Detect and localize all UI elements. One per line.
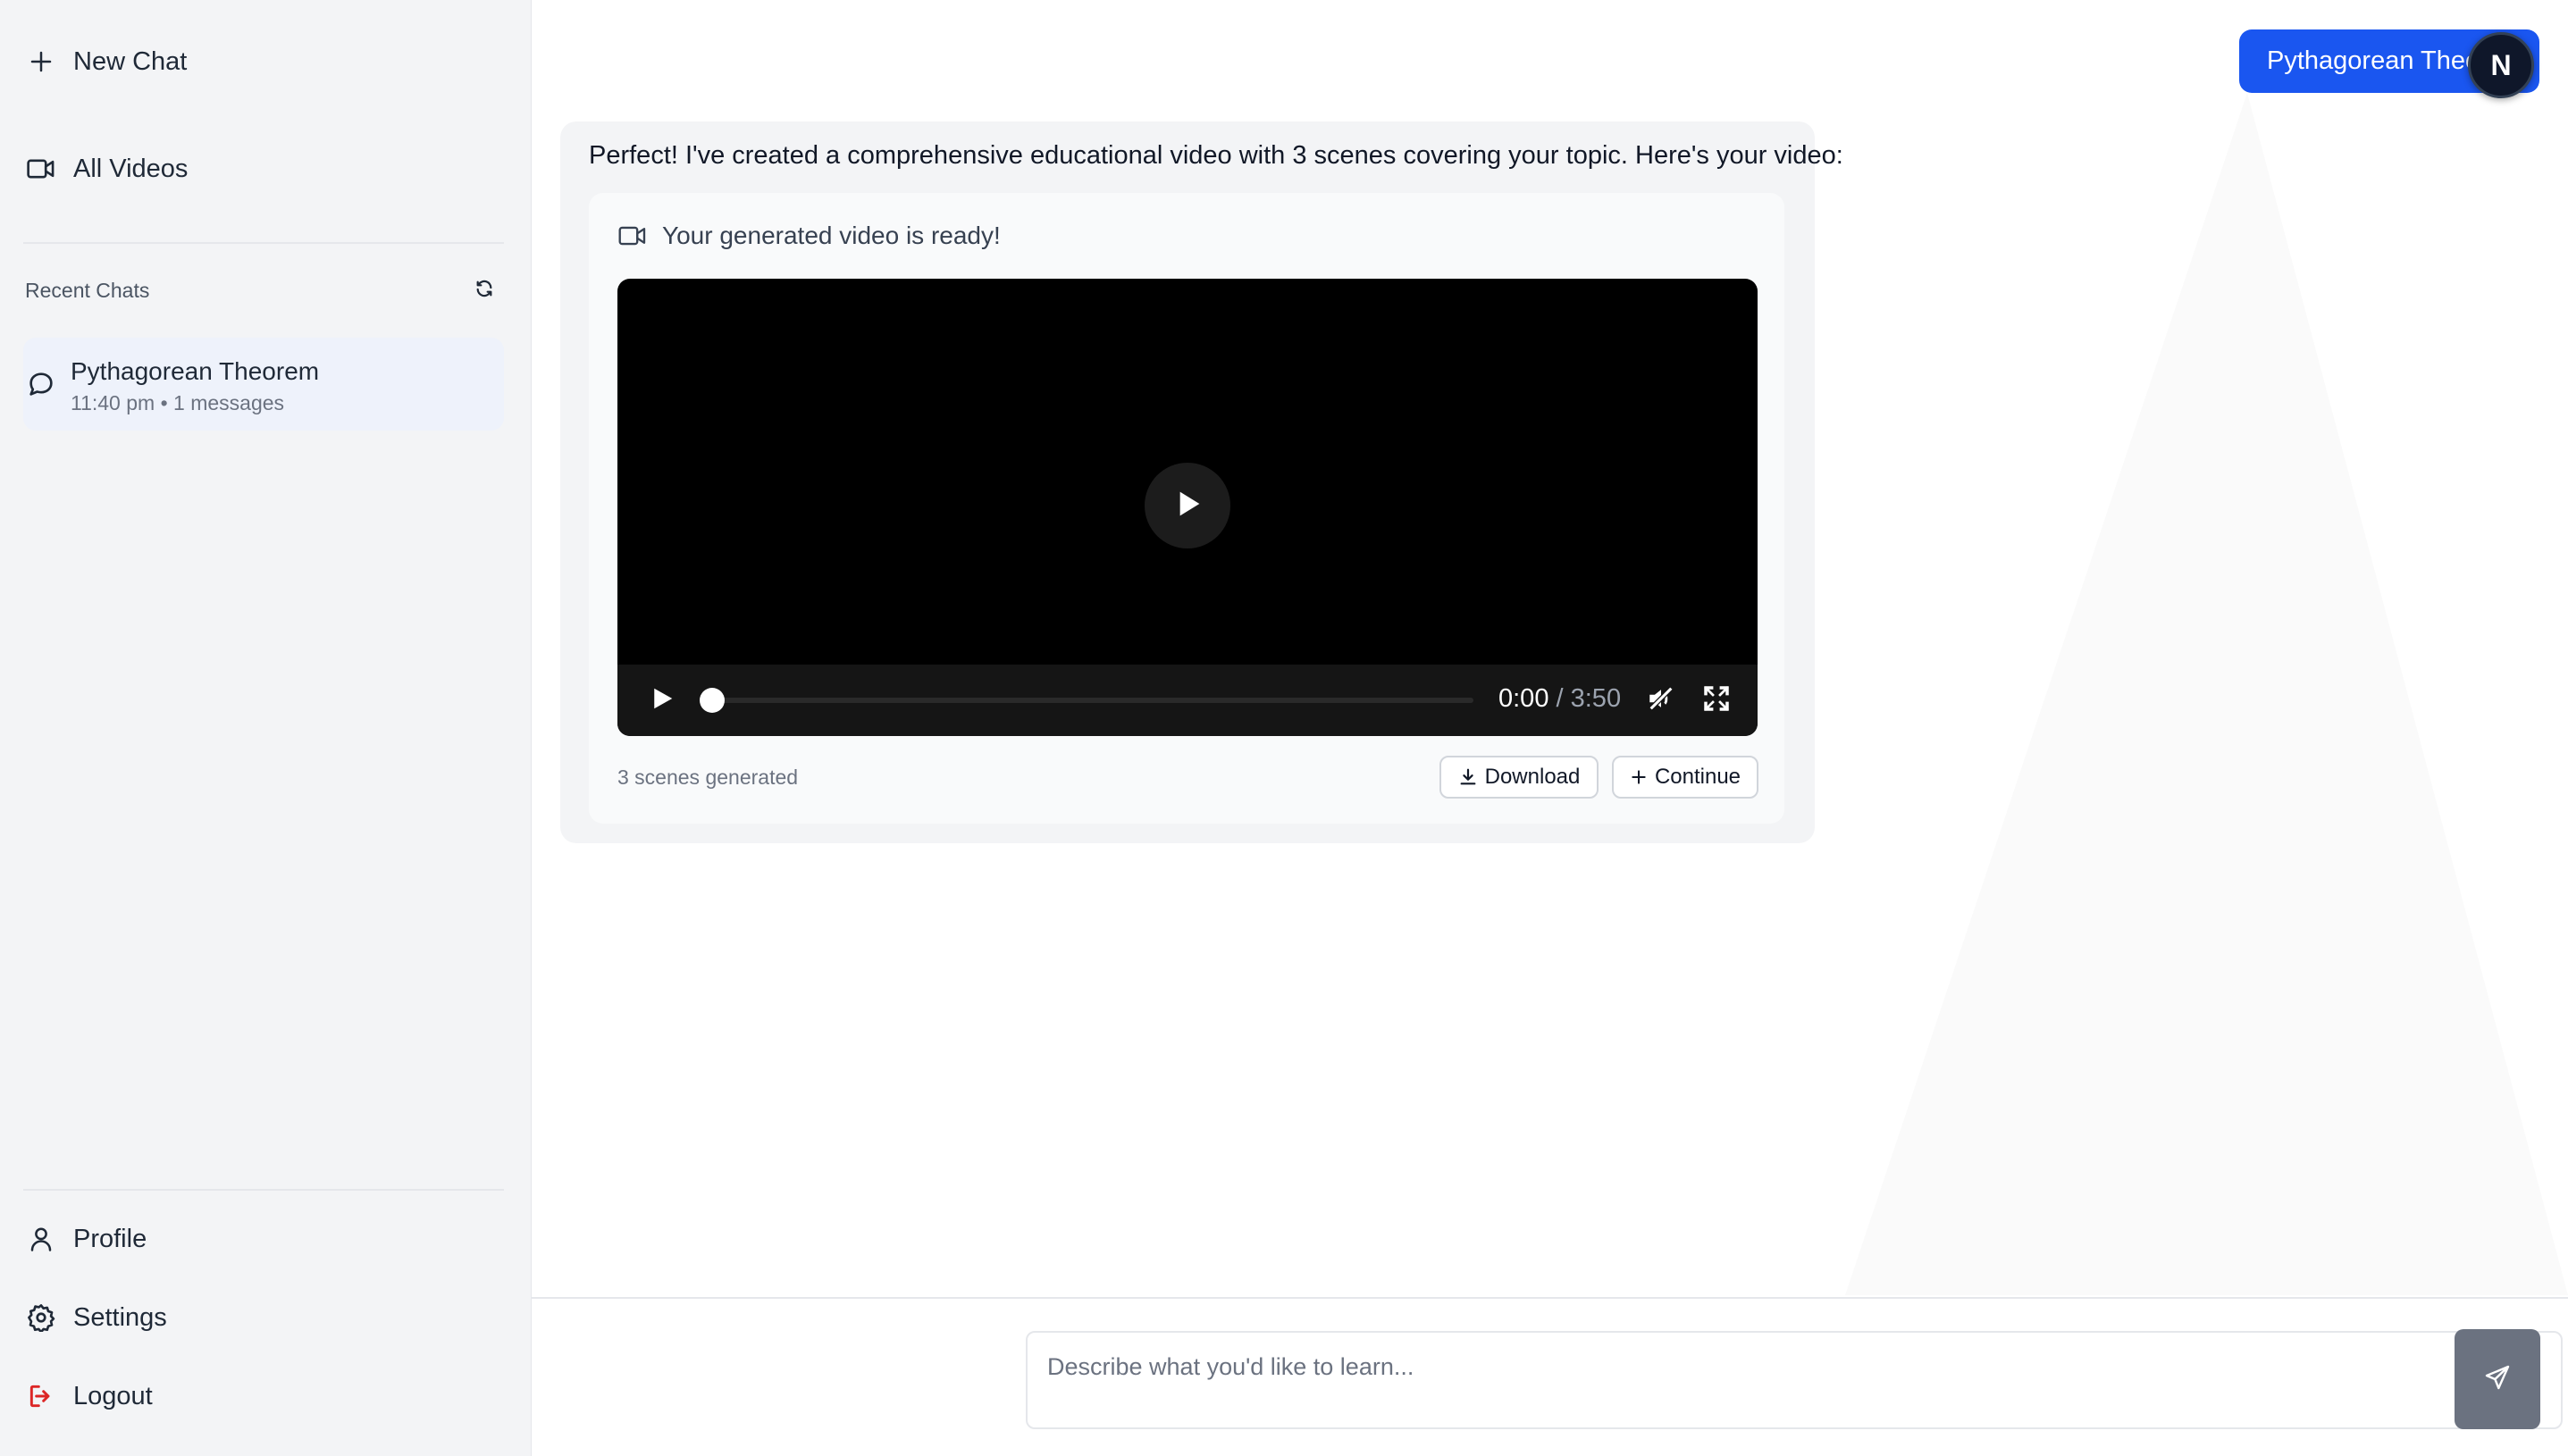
- settings-button[interactable]: Settings: [25, 1291, 167, 1344]
- all-videos-label: All Videos: [73, 154, 189, 183]
- settings-label: Settings: [73, 1302, 167, 1332]
- continue-label: Continue: [1654, 765, 1741, 789]
- scenes-generated-label: 3 scenes generated: [617, 766, 799, 789]
- video-camera-icon: [617, 222, 650, 249]
- chat-bubble-icon: [23, 366, 59, 402]
- duration: 3:50: [1570, 684, 1622, 713]
- big-play-button[interactable]: [1145, 463, 1230, 548]
- sidebar-divider: [23, 242, 504, 244]
- profile-label: Profile: [73, 1224, 147, 1253]
- time-display: 0:00 / 3:50: [1498, 684, 1621, 714]
- refresh-icon: [474, 279, 494, 303]
- sidebar-divider-bottom: [23, 1189, 504, 1191]
- download-icon: [1458, 767, 1478, 787]
- video-ready-label: Your generated video is ready!: [662, 222, 1001, 249]
- time-separator: /: [1548, 684, 1571, 713]
- refresh-button[interactable]: [471, 277, 498, 304]
- download-label: Download: [1484, 765, 1581, 789]
- play-icon: [649, 684, 676, 717]
- all-videos-button[interactable]: All Videos: [25, 142, 188, 196]
- gear-icon: [25, 1301, 57, 1334]
- recent-chats-title: Recent Chats: [25, 279, 150, 302]
- prompt-input[interactable]: [1047, 1349, 2477, 1385]
- recent-chat-title: Pythagorean Theorem: [71, 357, 320, 385]
- assistant-message-text: Perfect! I've created a comprehensive ed…: [589, 141, 1843, 170]
- composer: [532, 1297, 2568, 1456]
- mute-icon: [1646, 683, 1676, 718]
- video-controls: 0:00 / 3:50: [617, 665, 1758, 736]
- video-camera-icon: [25, 153, 57, 185]
- fullscreen-button[interactable]: [1699, 682, 1734, 718]
- assistant-message: Perfect! I've created a comprehensive ed…: [560, 121, 1843, 843]
- user-icon: [25, 1223, 57, 1255]
- plus-icon: [25, 46, 57, 78]
- continue-button[interactable]: Continue: [1612, 756, 1758, 799]
- send-button[interactable]: [2455, 1329, 2540, 1429]
- composer-box: [1026, 1331, 2563, 1429]
- plus-icon: [1630, 768, 1648, 786]
- sidebar: New Chat All Videos Recent Chats Pythago…: [0, 0, 532, 1456]
- mute-button[interactable]: [1643, 682, 1679, 718]
- recent-chat-meta: 11:40 pm • 1 messages: [71, 391, 285, 414]
- logout-icon: [25, 1380, 57, 1412]
- download-button[interactable]: Download: [1439, 756, 1599, 799]
- current-time: 0:00: [1498, 684, 1549, 713]
- play-button[interactable]: [646, 684, 678, 716]
- video-ready-header: Your generated video is ready!: [617, 222, 1001, 250]
- new-chat-label: New Chat: [73, 46, 188, 76]
- avatar[interactable]: N: [2468, 32, 2534, 98]
- logout-label: Logout: [73, 1381, 153, 1410]
- fullscreen-icon: [1702, 684, 1731, 717]
- logout-button[interactable]: Logout: [25, 1369, 153, 1423]
- recent-chat-item[interactable]: Pythagorean Theorem 11:40 pm • 1 message…: [23, 338, 504, 431]
- progress-bar[interactable]: [714, 698, 1473, 703]
- progress-thumb[interactable]: [700, 688, 725, 713]
- play-icon: [1170, 486, 1205, 526]
- video-player[interactable]: 0:00 / 3:50: [617, 279, 1758, 736]
- send-icon: [2483, 1363, 2512, 1396]
- profile-button[interactable]: Profile: [25, 1212, 147, 1266]
- video-panel: Your generated video is ready! 0:00 / 3:…: [589, 193, 1784, 824]
- new-chat-button[interactable]: New Chat: [25, 35, 187, 88]
